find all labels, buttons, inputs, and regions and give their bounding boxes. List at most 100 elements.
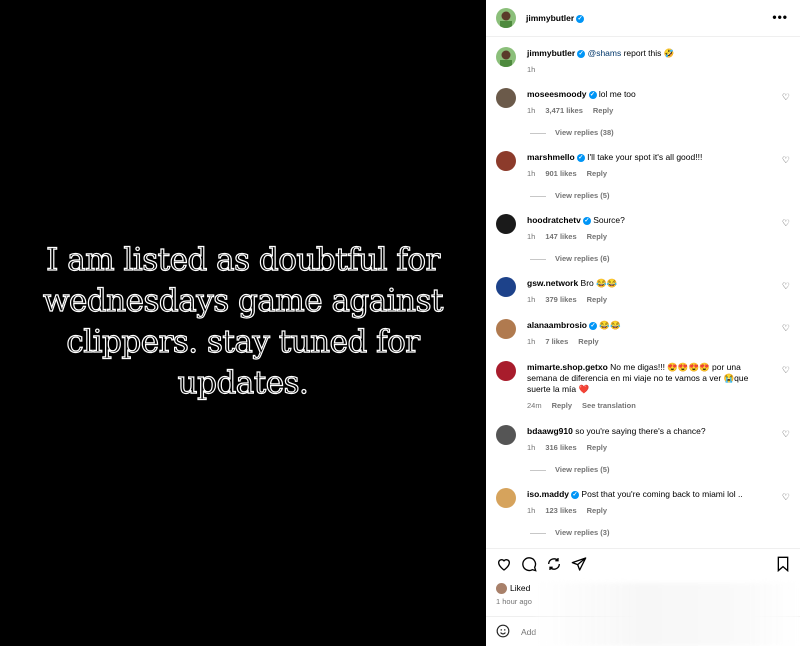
- verified-icon: ✓: [589, 321, 597, 330]
- comment-likes[interactable]: 123 likes: [545, 506, 576, 515]
- comment-username[interactable]: marshmello: [527, 152, 575, 162]
- verified-icon: ✓: [576, 153, 585, 162]
- replies-divider: [530, 469, 546, 471]
- comment-text: lol me too: [598, 89, 636, 99]
- reply-button[interactable]: Reply: [552, 401, 572, 410]
- comment-time: 1h: [527, 506, 536, 515]
- view-replies-label: View replies (38): [555, 128, 614, 137]
- caption-mention[interactable]: @shams: [588, 48, 622, 58]
- heart-icon[interactable]: ♡: [782, 492, 790, 503]
- replies-divider: [530, 532, 546, 534]
- comment-meta: 1h 316 likes Reply: [527, 443, 617, 452]
- caption-body: jimmybutler ✓ @shams report this 🤣: [527, 48, 767, 59]
- comment-username[interactable]: iso.maddy: [527, 489, 569, 499]
- post-actions: [486, 548, 800, 580]
- caption-time: 1h: [527, 65, 536, 74]
- verified-icon: ✓: [577, 49, 586, 58]
- emoji-icon[interactable]: [496, 624, 510, 641]
- reply-button[interactable]: Reply: [593, 106, 613, 115]
- comment-body: marshmello ✓ I'll take your spot it's all…: [527, 152, 767, 163]
- verified-icon: ✓: [571, 490, 580, 499]
- view-replies-button[interactable]: View replies (6): [530, 254, 609, 263]
- heart-icon[interactable]: [496, 556, 512, 575]
- view-replies-button[interactable]: View replies (3): [530, 528, 609, 537]
- send-icon[interactable]: [571, 556, 587, 575]
- replies-divider: [530, 195, 546, 197]
- comment-text: so you're saying there's a chance?: [575, 426, 706, 436]
- post-media-text: I am listed as doubtful for wednesdays g…: [42, 241, 444, 401]
- comment-time: 1h: [527, 443, 536, 452]
- caption-username[interactable]: jimmybutler: [527, 48, 575, 58]
- comment-body: bdaawg910 so you're saying there's a cha…: [527, 426, 767, 437]
- reply-button[interactable]: Reply: [587, 232, 607, 241]
- comment-likes[interactable]: 147 likes: [545, 232, 576, 241]
- comment-avatar[interactable]: [496, 214, 516, 234]
- view-replies-button[interactable]: View replies (38): [530, 128, 614, 137]
- heart-icon[interactable]: ♡: [782, 281, 790, 292]
- comment-likes[interactable]: 379 likes: [545, 295, 576, 304]
- comment-avatar[interactable]: [496, 319, 516, 339]
- comment-text: Source?: [593, 215, 625, 225]
- view-replies-label: View replies (5): [555, 191, 610, 200]
- comment-time: 24m: [527, 401, 542, 410]
- comment-avatar[interactable]: [496, 151, 516, 171]
- view-replies-label: View replies (6): [555, 254, 610, 263]
- comment-text: 😂😂: [599, 320, 621, 330]
- comment-avatar[interactable]: [496, 425, 516, 445]
- comment-meta: 24m Reply See translation: [527, 401, 646, 410]
- reply-button[interactable]: Reply: [578, 337, 598, 346]
- heart-icon[interactable]: ♡: [782, 323, 790, 334]
- likes-summary[interactable]: Liked: [496, 583, 531, 595]
- view-replies-label: View replies (3): [555, 528, 610, 537]
- verified-icon: ✓: [588, 90, 597, 99]
- view-replies-button[interactable]: View replies (5): [530, 191, 609, 200]
- post-side-panel: jimmybutler ✓ ••• jimmybutler ✓ @shams rep…: [486, 0, 800, 646]
- comment-likes[interactable]: 901 likes: [545, 169, 576, 178]
- comment-meta: 1h 901 likes Reply: [527, 169, 617, 178]
- heart-icon[interactable]: ♡: [782, 92, 790, 103]
- header-username[interactable]: jimmybutler ✓: [526, 13, 585, 23]
- comment-likes[interactable]: 7 likes: [545, 337, 568, 346]
- replies-divider: [530, 132, 546, 134]
- caption-meta: 1h: [527, 65, 545, 74]
- heart-icon[interactable]: ♡: [782, 429, 790, 440]
- comment-username[interactable]: gsw.network: [527, 278, 578, 288]
- comment-username[interactable]: alanaambrosio: [527, 320, 587, 330]
- comment-time: 1h: [527, 232, 536, 241]
- comment-likes[interactable]: 316 likes: [545, 443, 576, 452]
- comment-body: alanaambrosio ✓ 😂😂: [527, 320, 767, 331]
- comment-username[interactable]: mimarte.shop.getxo: [527, 362, 608, 372]
- heart-icon[interactable]: ♡: [782, 218, 790, 229]
- caption-text: report this 🤣: [621, 48, 675, 58]
- comment-text: Post that you're coming back to miami lo…: [581, 489, 743, 499]
- heart-icon[interactable]: ♡: [782, 155, 790, 166]
- reply-button[interactable]: Reply: [587, 506, 607, 515]
- comment-likes[interactable]: 3,471 likes: [545, 106, 583, 115]
- comment-meta: 1h 147 likes Reply: [527, 232, 617, 241]
- heart-icon[interactable]: ♡: [782, 365, 790, 376]
- bookmark-icon[interactable]: [776, 556, 790, 575]
- comment-body: mimarte.shop.getxo No me digas!!! 😍😍😍😍 p…: [527, 362, 757, 395]
- comment-avatar[interactable]: [496, 488, 516, 508]
- see-translation-button[interactable]: See translation: [582, 401, 636, 410]
- reply-button[interactable]: Reply: [587, 295, 607, 304]
- verified-icon: ✓: [582, 216, 591, 225]
- caption-avatar[interactable]: [496, 47, 516, 67]
- comment-body: gsw.network Bro 😂😂: [527, 278, 767, 289]
- comment-icon[interactable]: [521, 556, 537, 575]
- likes-summary-text: Liked: [510, 583, 531, 593]
- more-horizontal-icon[interactable]: •••: [772, 10, 788, 24]
- comment-username[interactable]: hoodratchetv: [527, 215, 581, 225]
- reply-button[interactable]: Reply: [587, 169, 607, 178]
- comment-avatar[interactable]: [496, 361, 516, 381]
- post-time: 1 hour ago: [496, 597, 532, 606]
- header-avatar[interactable]: [496, 8, 516, 28]
- comment-avatar[interactable]: [496, 88, 516, 108]
- comment-username[interactable]: moseesmoody: [527, 89, 587, 99]
- comment-username[interactable]: bdaawg910: [527, 426, 573, 436]
- verified-icon: ✓: [576, 14, 585, 23]
- view-replies-button[interactable]: View replies (5): [530, 465, 609, 474]
- comment-avatar[interactable]: [496, 277, 516, 297]
- repost-icon[interactable]: [546, 556, 562, 575]
- reply-button[interactable]: Reply: [587, 443, 607, 452]
